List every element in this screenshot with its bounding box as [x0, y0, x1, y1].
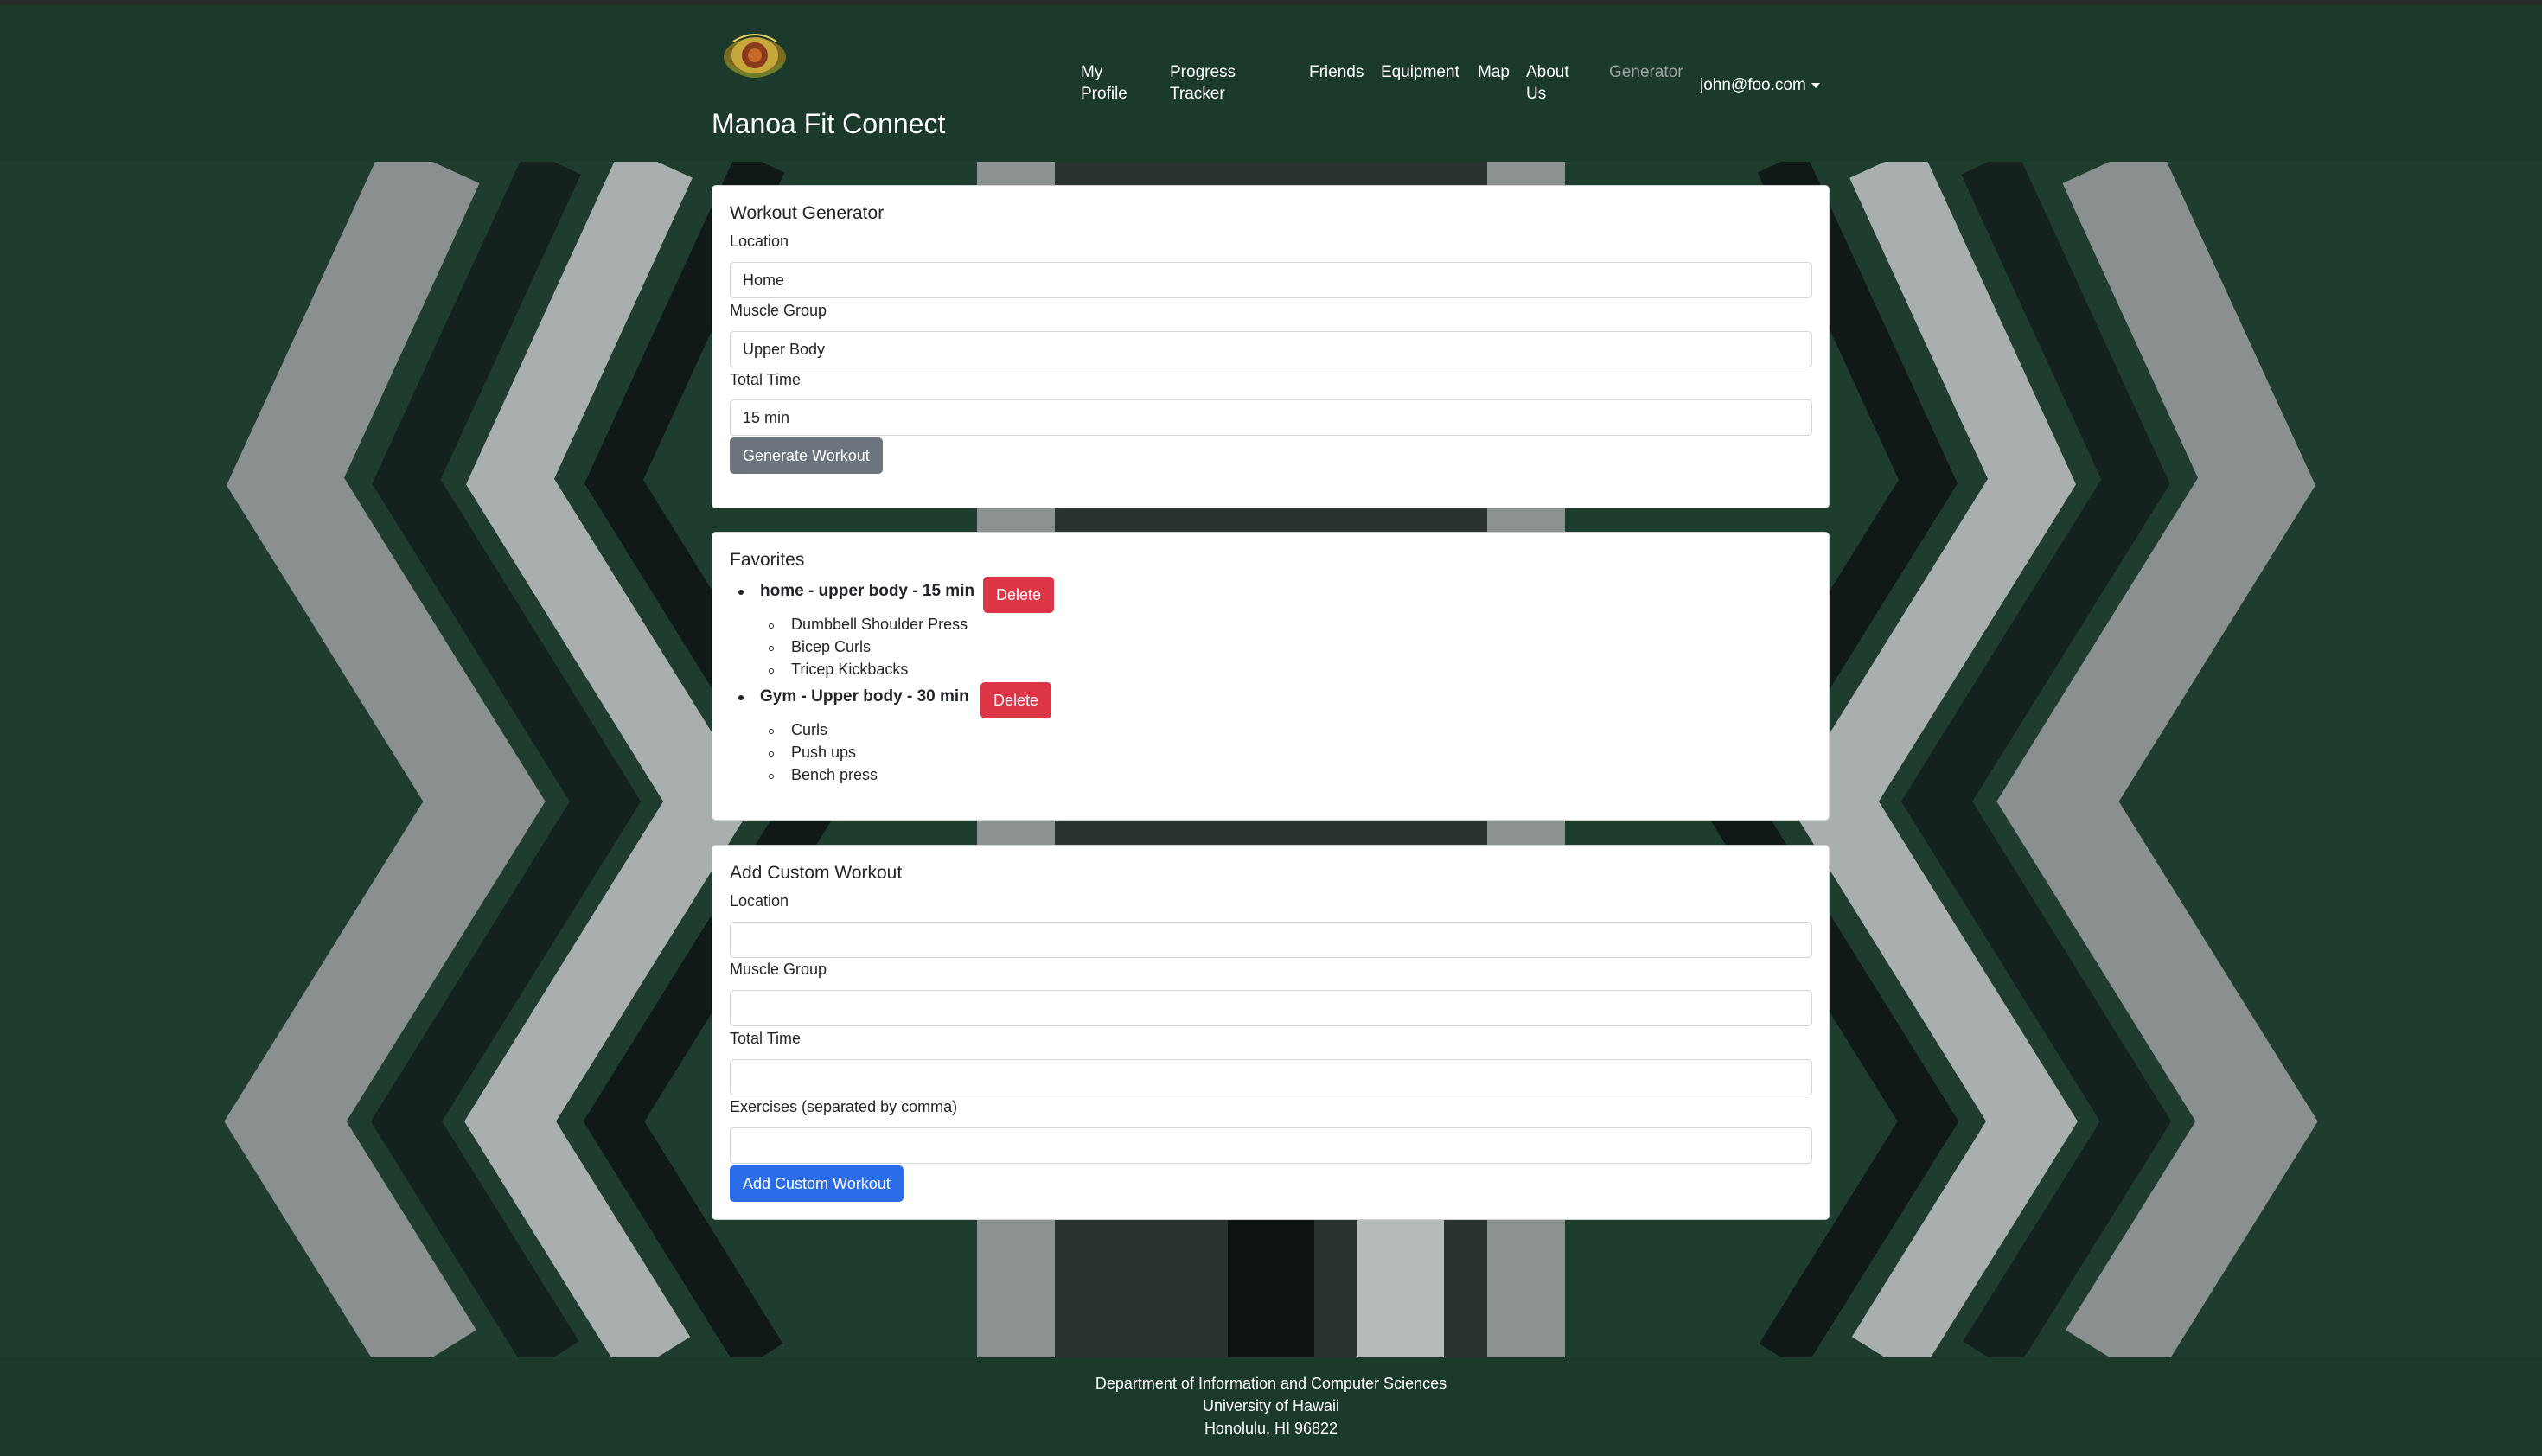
custom-exercises-input[interactable]	[730, 1127, 1812, 1164]
sub-bullet	[769, 774, 774, 779]
custom-exercises-label: Exercises (separated by comma)	[730, 1098, 958, 1115]
navbar: Manoa Fit Connect My Profile Progress Tr…	[0, 4, 2542, 162]
favorite-1-exercise-2: Bicep Curls	[791, 638, 872, 655]
nav-my-profile[interactable]: My Profile	[1081, 61, 1127, 105]
favorite-1-exercise-3: Tricep Kickbacks	[791, 661, 909, 678]
generator-time-label: Total Time	[730, 371, 802, 388]
nav-friends[interactable]: Friends	[1309, 61, 1364, 83]
nav-progress-tracker-line2: Tracker	[1170, 85, 1225, 103]
favorite-2-exercise-2: Push ups	[791, 744, 857, 761]
sub-bullet	[769, 668, 774, 674]
generator-muscle-label: Muscle Group	[730, 302, 827, 319]
generator-time-select[interactable]	[730, 399, 1812, 436]
sub-bullet	[769, 729, 774, 734]
add-custom-workout-card: Add Custom Workout Location Muscle Group…	[712, 845, 1830, 1220]
footer-address: Honolulu, HI 96822	[1204, 1420, 1338, 1437]
generator-location-select[interactable]	[730, 262, 1812, 298]
list-bullet	[738, 695, 744, 700]
logo-icon[interactable]	[721, 26, 789, 83]
favorite-2-exercise-1: Curls	[791, 721, 828, 738]
favorite-1-exercise-1: Dumbbell Shoulder Press	[791, 616, 968, 633]
nav-my-profile-line2: Profile	[1081, 85, 1127, 103]
custom-time-input[interactable]	[730, 1059, 1812, 1095]
nav-map[interactable]: Map	[1478, 61, 1510, 83]
footer-university: University of Hawaii	[1202, 1397, 1340, 1414]
nav-progress-tracker-line1: Progress	[1170, 63, 1236, 81]
brand-title[interactable]: Manoa Fit Connect	[712, 108, 945, 140]
list-bullet	[738, 590, 744, 595]
footer: Department of Information and Computer S…	[0, 1357, 2542, 1456]
user-dropdown[interactable]: john@foo.com	[1700, 76, 1820, 95]
sub-bullet	[769, 623, 774, 629]
user-email: john@foo.com	[1700, 76, 1806, 94]
nav-about-us-line1: About	[1526, 63, 1569, 81]
favorites-title: Favorites	[730, 550, 805, 570]
generator-location-label: Location	[730, 233, 789, 250]
generate-workout-button[interactable]: Generate Workout	[730, 437, 883, 474]
nav-equipment[interactable]: Equipment	[1381, 61, 1459, 83]
nav-about-us-line2: Us	[1526, 85, 1547, 103]
nav-progress-tracker[interactable]: Progress Tracker	[1170, 61, 1236, 105]
custom-title: Add Custom Workout	[730, 863, 903, 883]
generator-title: Workout Generator	[730, 203, 885, 223]
custom-location-label: Location	[730, 892, 789, 910]
favorite-1-delete-button[interactable]: Delete	[983, 577, 1055, 613]
custom-location-input[interactable]	[730, 922, 1812, 958]
sub-bullet	[769, 751, 774, 757]
custom-muscle-input[interactable]	[730, 990, 1812, 1026]
favorite-2-exercise-3: Bench press	[791, 766, 878, 783]
generator-muscle-select[interactable]	[730, 331, 1812, 367]
footer-department: Department of Information and Computer S…	[1095, 1375, 1447, 1392]
favorites-card: Favorites home - upper body - 15 min Del…	[712, 532, 1830, 821]
favorite-2-name: Gym - Upper body - 30 min	[760, 687, 969, 706]
caret-down-icon	[1811, 83, 1820, 88]
favorite-2-delete-button[interactable]: Delete	[980, 682, 1052, 718]
custom-muscle-label: Muscle Group	[730, 961, 827, 978]
add-custom-workout-button[interactable]: Add Custom Workout	[730, 1165, 904, 1202]
sub-bullet	[769, 646, 774, 651]
custom-time-label: Total Time	[730, 1030, 802, 1047]
workout-generator-card: Workout Generator Location Muscle Group …	[712, 185, 1830, 508]
nav-about-us[interactable]: About Us	[1526, 61, 1569, 105]
nav-my-profile-line1: My	[1081, 63, 1103, 81]
favorite-1-name: home - upper body - 15 min	[760, 582, 975, 600]
nav-generator[interactable]: Generator	[1609, 61, 1683, 83]
